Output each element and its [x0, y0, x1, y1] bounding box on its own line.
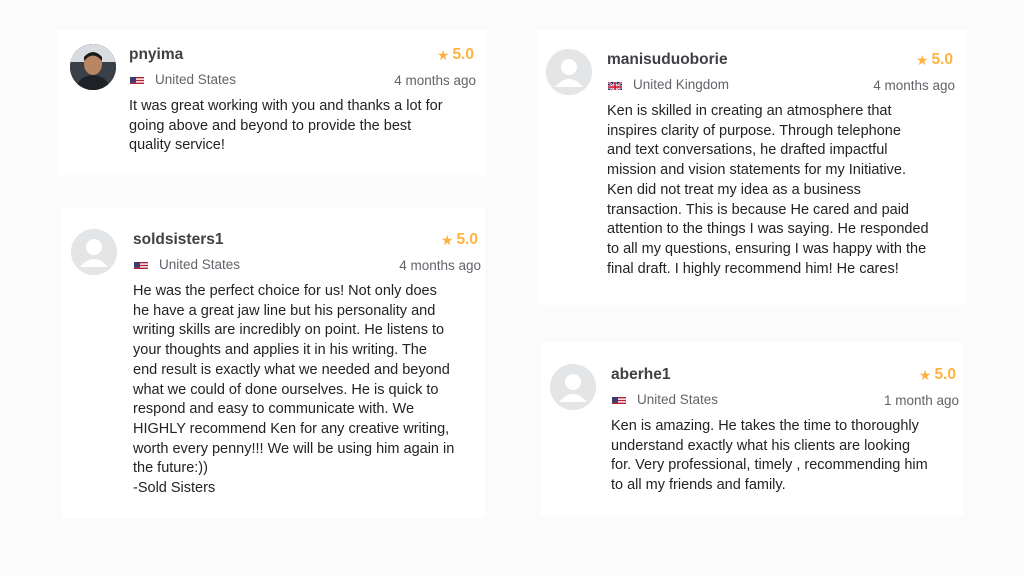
rating-value: 5.0: [934, 366, 956, 383]
user-avatar[interactable]: [546, 49, 592, 95]
username[interactable]: manisuduoborie: [607, 51, 728, 69]
review-text: It was great working with you and thanks…: [129, 98, 443, 154]
rating-value: 5.0: [452, 46, 474, 63]
us-flag-icon: [612, 395, 626, 405]
rating: ★ 5.0: [437, 46, 474, 64]
star-icon: ★: [436, 47, 450, 63]
user-avatar[interactable]: [550, 364, 596, 410]
us-flag-icon: [134, 260, 148, 270]
reviewer-country: United States: [612, 392, 718, 407]
country-name: United States: [159, 257, 241, 272]
rating: ★ 5.0: [919, 366, 956, 384]
uk-flag-icon: [608, 80, 622, 90]
review-text: Ken is amazing. He takes the time to tho…: [611, 418, 928, 494]
review-time: 4 months ago: [394, 73, 476, 88]
country-name: United Kingdom: [633, 77, 730, 92]
reviewer-country: United States: [134, 257, 240, 272]
review-card: soldsisters1 ★ 5.0 United States 4 month…: [61, 208, 485, 518]
us-flag-icon: [130, 75, 144, 85]
rating-value: 5.0: [931, 51, 953, 68]
username[interactable]: soldsisters1: [133, 231, 223, 249]
country-name: United States: [637, 392, 719, 407]
username[interactable]: pnyima: [129, 46, 183, 64]
review-time: 4 months ago: [873, 78, 955, 93]
rating-value: 5.0: [456, 231, 478, 248]
country-name: United States: [155, 72, 237, 87]
username[interactable]: aberhe1: [611, 366, 670, 384]
star-icon: ★: [915, 52, 929, 68]
rating: ★ 5.0: [916, 51, 953, 69]
review-text: He was the perfect choice for us! Not on…: [133, 283, 455, 497]
review-card: aberhe1 ★ 5.0 United States 1 month ago …: [541, 342, 963, 517]
user-avatar[interactable]: [71, 229, 117, 275]
review-text: Ken is skilled in creating an atmosphere…: [607, 103, 929, 277]
review-card: pnyima ★ 5.0 United States 4 months ago …: [57, 30, 487, 175]
review-time: 1 month ago: [883, 393, 959, 408]
rating: ★ 5.0: [441, 231, 478, 249]
star-icon: ★: [918, 367, 932, 383]
reviewer-country: United Kingdom: [608, 77, 729, 92]
review-time: 4 months ago: [399, 258, 481, 273]
review-card: manisuduoborie ★ 5.0 United Kingdom 4 mo…: [537, 30, 967, 305]
reviewer-country: United States: [130, 72, 236, 87]
star-icon: ★: [440, 232, 454, 248]
user-avatar[interactable]: [70, 44, 116, 90]
